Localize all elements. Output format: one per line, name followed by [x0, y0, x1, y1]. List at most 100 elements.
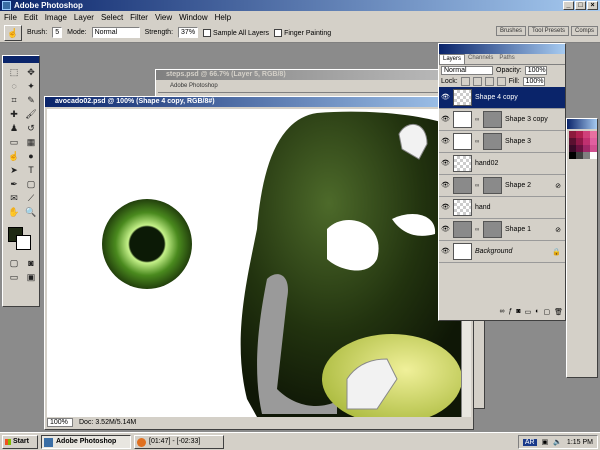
dodge-tool-icon[interactable]: ●: [23, 150, 39, 163]
lock-position-icon[interactable]: [484, 77, 494, 86]
network-icon[interactable]: ▣: [542, 438, 549, 446]
close-button[interactable]: ×: [587, 1, 598, 10]
eye-icon[interactable]: 👁: [441, 159, 450, 168]
tab-paths[interactable]: Paths: [496, 54, 517, 64]
start-button[interactable]: Start: [2, 434, 38, 449]
add-mask-icon[interactable]: ◙: [516, 308, 520, 318]
eye-icon[interactable]: 👁: [441, 93, 450, 102]
toolbox-header[interactable]: [3, 56, 39, 63]
strength-input[interactable]: 37%: [178, 27, 199, 38]
hand-tool-icon[interactable]: ✋: [6, 206, 22, 219]
lock-all-icon[interactable]: [496, 77, 506, 86]
zoom-field[interactable]: 100%: [47, 418, 73, 427]
new-layer-icon[interactable]: ▢: [543, 308, 550, 318]
standard-mode-icon[interactable]: ▢: [6, 257, 22, 270]
menu-edit[interactable]: Edit: [24, 13, 38, 22]
menu-layer[interactable]: Layer: [74, 13, 94, 22]
doc-info[interactable]: Doc: 3.52M/5.14M: [79, 419, 136, 426]
sample-all-layers-checkbox[interactable]: [203, 28, 212, 37]
steps-window-title[interactable]: steps.psd @ 66.7% (Layer 5, RGB/8): [156, 70, 484, 80]
lasso-tool-icon[interactable]: ◌: [6, 80, 22, 93]
language-indicator[interactable]: AR: [522, 438, 537, 446]
clock[interactable]: 1:15 PM: [567, 439, 593, 446]
quick-mask-icon[interactable]: ◙: [23, 257, 39, 270]
menu-image[interactable]: Image: [45, 13, 67, 22]
healing-brush-tool-icon[interactable]: ✚: [6, 108, 22, 121]
marquee-tool-icon[interactable]: ⬚: [6, 66, 22, 79]
eyedropper-tool-icon[interactable]: ⟋: [23, 192, 39, 205]
eye-icon[interactable]: 👁: [441, 181, 450, 190]
layer-effects-icon[interactable]: ⊘: [555, 226, 561, 234]
layer-name: Shape 4 copy: [475, 94, 518, 101]
swatch-grid[interactable]: [567, 129, 597, 161]
adjustment-layer-icon[interactable]: ◐: [535, 308, 539, 318]
layer-row-shape-1[interactable]: 👁 ∞ Shape 1 ⊘: [439, 219, 565, 241]
eye-icon[interactable]: 👁: [441, 247, 450, 256]
menu-file[interactable]: File: [4, 13, 17, 22]
minimize-button[interactable]: _: [563, 1, 574, 10]
layer-row-shape-4-copy[interactable]: 👁 Shape 4 copy: [439, 87, 565, 109]
eye-icon[interactable]: 👁: [441, 115, 450, 124]
menu-filter[interactable]: Filter: [130, 13, 148, 22]
fill-input[interactable]: 100%: [522, 77, 545, 86]
volume-icon[interactable]: 🔈: [553, 438, 562, 446]
layer-row-shape-2[interactable]: 👁 ∞ Shape 2 ⊘: [439, 175, 565, 197]
comps-tab[interactable]: Comps: [570, 26, 598, 36]
smudge-tool-icon[interactable]: ☝: [6, 150, 22, 163]
menu-select[interactable]: Select: [101, 13, 123, 22]
eraser-tool-icon[interactable]: ▭: [6, 136, 22, 149]
menu-window[interactable]: Window: [179, 13, 207, 22]
background-color[interactable]: [16, 235, 31, 250]
fullscreen-mode-icon[interactable]: ▣: [23, 271, 39, 284]
layer-row-shape-3-copy[interactable]: 👁 ∞ Shape 3 copy: [439, 109, 565, 131]
taskbar-item-player[interactable]: [01:47] - [-02:33]: [134, 434, 224, 449]
tab-channels[interactable]: Channels: [465, 54, 496, 64]
crop-tool-icon[interactable]: ⌗: [6, 94, 22, 107]
clone-stamp-tool-icon[interactable]: ♟: [6, 122, 22, 135]
brush-size-picker[interactable]: 5: [52, 27, 63, 38]
pen-tool-icon[interactable]: ✒: [6, 178, 22, 191]
brushes-tab[interactable]: Brushes: [495, 26, 526, 36]
link-layers-icon[interactable]: ∞: [499, 308, 504, 318]
move-tool-icon[interactable]: ✥: [23, 66, 39, 79]
swatches-title[interactable]: [567, 119, 597, 129]
path-selection-tool-icon[interactable]: ➤: [6, 164, 22, 177]
eye-icon[interactable]: 👁: [441, 203, 450, 212]
gradient-tool-icon[interactable]: ▦: [23, 136, 39, 149]
avocado-window-title[interactable]: avocado02.psd @ 100% (Shape 4 copy, RGB/…: [45, 97, 473, 107]
zoom-tool-icon[interactable]: 🔍: [23, 206, 39, 219]
type-tool-icon[interactable]: T: [23, 164, 39, 177]
trash-icon[interactable]: 🗑: [554, 308, 563, 318]
menu-help[interactable]: Help: [215, 13, 231, 22]
tab-layers[interactable]: Layers: [439, 54, 466, 64]
document-canvas[interactable]: [47, 109, 461, 417]
layer-row-background[interactable]: 👁 Background 🔒: [439, 241, 565, 263]
screen-mode-icon[interactable]: ▭: [6, 271, 22, 284]
layer-effects-icon[interactable]: ⊘: [555, 182, 561, 190]
layer-row-shape-3[interactable]: 👁 ∞ Shape 3: [439, 131, 565, 153]
smudge-tool-preset-icon[interactable]: ☝: [4, 24, 22, 41]
finger-painting-checkbox[interactable]: [274, 28, 283, 37]
layers-palette-titlebar[interactable]: [439, 44, 565, 54]
eye-icon[interactable]: 👁: [441, 137, 450, 146]
lock-pixels-icon[interactable]: [472, 77, 482, 86]
blend-mode-select[interactable]: Normal: [441, 66, 493, 75]
new-group-icon[interactable]: ▭: [525, 308, 532, 318]
magic-wand-tool-icon[interactable]: ✦: [23, 80, 39, 93]
lock-transparency-icon[interactable]: [460, 77, 470, 86]
brush-tool-icon[interactable]: 🖌: [23, 108, 39, 121]
eye-icon[interactable]: 👁: [441, 225, 450, 234]
notes-tool-icon[interactable]: ✉: [6, 192, 22, 205]
taskbar-item-photoshop[interactable]: Adobe Photoshop: [41, 434, 131, 449]
opacity-input[interactable]: 100%: [524, 66, 547, 75]
shape-tool-icon[interactable]: ▢: [23, 178, 39, 191]
layer-row-hand[interactable]: 👁 hand: [439, 197, 565, 219]
layer-row-hand02[interactable]: 👁 hand02: [439, 153, 565, 175]
menu-view[interactable]: View: [155, 13, 172, 22]
tool-presets-tab[interactable]: Tool Presets: [527, 26, 569, 36]
slice-tool-icon[interactable]: ✎: [23, 94, 39, 107]
mode-select[interactable]: Normal: [91, 27, 140, 38]
history-brush-tool-icon[interactable]: ↺: [23, 122, 39, 135]
add-style-icon[interactable]: ƒ: [508, 308, 512, 318]
maximize-button[interactable]: □: [575, 1, 586, 10]
